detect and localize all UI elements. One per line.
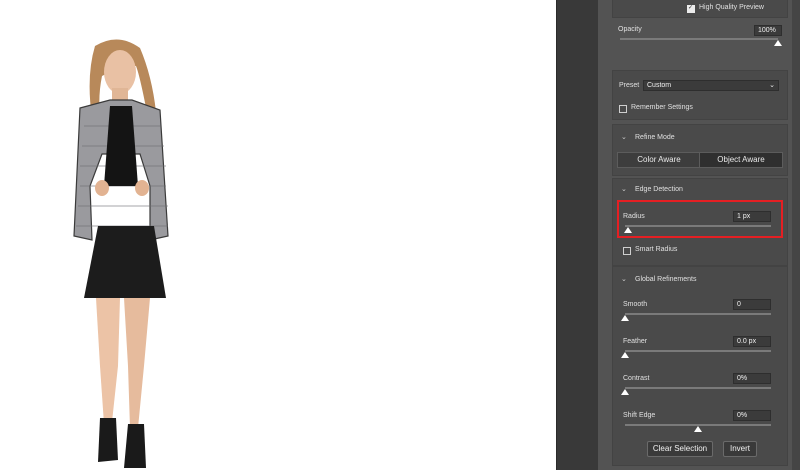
smooth-slider-track[interactable]: [625, 313, 771, 315]
preset-label: Preset: [619, 82, 640, 89]
feather-field[interactable]: 0.0 px: [733, 336, 771, 347]
refine-mode-header[interactable]: ⌄ Refine Mode: [621, 133, 675, 141]
chevron-down-icon: ⌄: [621, 276, 627, 283]
preset-section: Preset Custom ⌄ Remember Settings: [612, 70, 788, 120]
checkbox-icon[interactable]: [687, 4, 695, 13]
shift-edge-slider-thumb[interactable]: [694, 426, 702, 432]
image-canvas[interactable]: [0, 0, 556, 470]
preset-dropdown[interactable]: Custom ⌄: [643, 80, 779, 91]
edge-detection-header[interactable]: ⌄ Edge Detection: [621, 185, 683, 193]
chevron-down-icon: ⌄: [621, 186, 627, 193]
refine-mode-section: ⌄ Refine Mode Color Aware Object Aware: [612, 124, 788, 176]
feather-label: Feather: [623, 338, 648, 345]
smooth-slider-thumb[interactable]: [621, 315, 629, 321]
high-quality-preview-label: High Quality Preview: [699, 4, 764, 11]
shift-edge-field[interactable]: 0%: [733, 410, 771, 421]
feather-slider-thumb[interactable]: [621, 352, 629, 358]
shift-edge-label: Shift Edge: [623, 412, 656, 419]
checkbox-icon[interactable]: [619, 105, 627, 113]
dock-strip: [556, 0, 599, 470]
checkbox-icon[interactable]: [623, 247, 631, 255]
global-refinements-section: ⌄ Global Refinements Smooth 0 Feather 0.0…: [612, 266, 788, 466]
contrast-label: Contrast: [623, 375, 650, 382]
dropdown-arrow-icon: ⌄: [769, 82, 775, 89]
opacity-slider-thumb[interactable]: [774, 40, 782, 46]
view-section: High Quality Preview: [612, 0, 788, 18]
contrast-field[interactable]: 0%: [733, 373, 771, 384]
opacity-slider-track[interactable]: [620, 38, 778, 40]
smart-radius-label: Smart Radius: [635, 246, 678, 253]
object-aware-button[interactable]: Object Aware: [699, 152, 783, 168]
smooth-field[interactable]: 0: [733, 299, 771, 310]
smooth-label: Smooth: [623, 301, 648, 308]
subject-image: [73, 39, 169, 468]
invert-button[interactable]: Invert: [723, 441, 757, 457]
color-aware-button[interactable]: Color Aware: [617, 152, 701, 168]
preset-value: Custom: [647, 82, 672, 89]
feather-slider-track[interactable]: [625, 350, 771, 352]
contrast-slider-thumb[interactable]: [621, 389, 629, 395]
remember-settings-label: Remember Settings: [631, 104, 693, 111]
opacity-field[interactable]: 100%: [754, 25, 782, 36]
opacity-label: Opacity: [618, 26, 642, 33]
global-refinements-header[interactable]: ⌄ Global Refinements: [621, 275, 696, 283]
contrast-slider-track[interactable]: [625, 387, 771, 389]
chevron-down-icon: ⌄: [621, 134, 627, 141]
refine-mode-title: Refine Mode: [635, 134, 675, 141]
radius-highlight-box: [617, 200, 783, 238]
clear-selection-button[interactable]: Clear Selection: [647, 441, 713, 457]
panel-scrollbar[interactable]: [792, 0, 800, 470]
global-refinements-title: Global Refinements: [635, 276, 697, 283]
edge-detection-title: Edge Detection: [635, 186, 683, 193]
